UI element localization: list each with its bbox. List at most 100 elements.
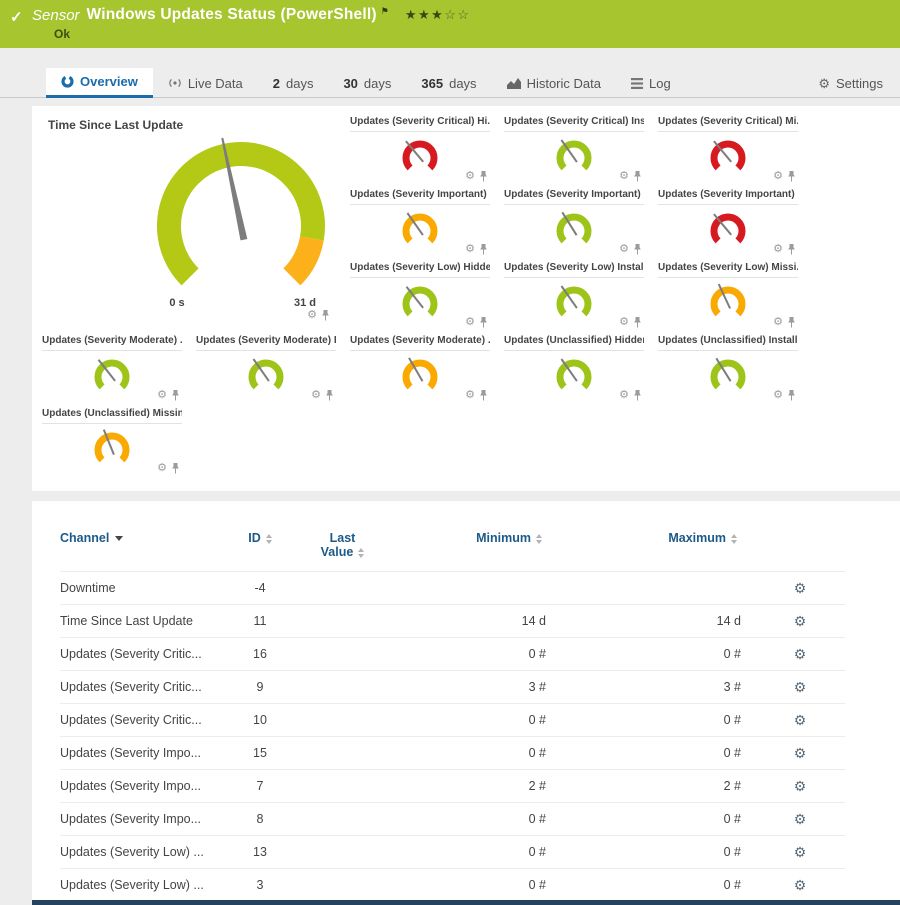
gauge-cell[interactable]: Updates (Severity Important) ... ⚙ xyxy=(502,187,656,260)
gear-icon[interactable]: ⚙ xyxy=(465,244,475,255)
gear-icon[interactable]: ⚙ xyxy=(157,390,167,401)
channel-last-value xyxy=(290,737,395,770)
column-header-minimum[interactable]: Minimum xyxy=(395,527,560,572)
edit-channel-icon[interactable]: ⚙ xyxy=(794,613,807,629)
channel-id: -4 xyxy=(230,572,290,605)
gear-icon[interactable]: ⚙ xyxy=(465,171,475,182)
channel-name[interactable]: Updates (Severity Low) ... xyxy=(60,869,230,902)
pin-icon[interactable] xyxy=(633,171,642,182)
pin-icon[interactable] xyxy=(479,317,488,328)
gauge-cell[interactable]: Updates (Severity Critical) Mi...⚙ xyxy=(656,114,810,187)
gauge-cell[interactable]: Updates (Severity Important) ...⚙ xyxy=(348,187,502,260)
sort-caret-icon xyxy=(115,536,123,541)
gear-icon[interactable]: ⚙ xyxy=(773,171,783,182)
pin-icon[interactable] xyxy=(633,244,642,255)
tab-365-days[interactable]: 365days xyxy=(406,68,491,98)
gear-icon[interactable]: ⚙ xyxy=(465,317,475,328)
tab-historic-data[interactable]: Historic Data xyxy=(492,68,616,98)
channel-name[interactable]: Updates (Severity Critic... xyxy=(60,638,230,671)
channel-name[interactable]: Updates (Severity Impo... xyxy=(60,770,230,803)
edit-channel-icon[interactable]: ⚙ xyxy=(794,745,807,761)
channel-minimum: 0 # xyxy=(395,836,560,869)
column-header-channel[interactable]: Channel xyxy=(60,527,230,572)
tab-live-data[interactable]: Live Data xyxy=(153,68,258,98)
tab-overview[interactable]: Overview xyxy=(46,68,153,98)
log-icon xyxy=(631,78,643,89)
channel-minimum: 14 d xyxy=(395,605,560,638)
channel-name[interactable]: Updates (Severity Impo... xyxy=(60,803,230,836)
tab-2-days[interactable]: 2days xyxy=(258,68,329,98)
table-row: Downtime-4 ⚙ xyxy=(60,572,845,605)
edit-channel-icon[interactable]: ⚙ xyxy=(794,679,807,695)
pin-icon[interactable] xyxy=(479,244,488,255)
gauge-title: Updates (Severity Low) Missi... xyxy=(658,262,798,278)
pin-icon[interactable] xyxy=(479,171,488,182)
pin-icon[interactable] xyxy=(321,310,330,321)
pin-icon[interactable] xyxy=(633,317,642,328)
pin-icon[interactable] xyxy=(787,390,796,401)
edit-channel-icon[interactable]: ⚙ xyxy=(794,580,807,596)
channel-name[interactable]: Updates (Severity Low) ... xyxy=(60,836,230,869)
gauge-cell[interactable]: Updates (Severity Critical) Ins...⚙ xyxy=(502,114,656,187)
column-header-last-value[interactable]: LastValue xyxy=(290,527,395,572)
gear-icon[interactable]: ⚙ xyxy=(157,463,167,474)
channel-name[interactable]: Time Since Last Update xyxy=(60,605,230,638)
channel-gauge-dial xyxy=(397,208,443,254)
channel-name[interactable]: Updates (Severity Impo... xyxy=(60,737,230,770)
gear-icon[interactable]: ⚙ xyxy=(773,244,783,255)
gauge-title: Updates (Severity Critical) Hi... xyxy=(350,116,490,132)
gauge-cell[interactable]: Updates (Severity Critical) Hi... ⚙ xyxy=(348,114,502,187)
gear-icon[interactable]: ⚙ xyxy=(465,390,475,401)
tab-30-days[interactable]: 30days xyxy=(328,68,406,98)
gauge-cell-main[interactable]: Time Since Last Update 0 s31 d ⚙ xyxy=(40,114,348,333)
priority-stars[interactable]: ★★★☆☆ xyxy=(405,7,471,23)
gauge-cell[interactable]: Updates (Severity Moderate) I...⚙ xyxy=(194,333,348,406)
main-gauge: 0 s31 d xyxy=(48,134,348,314)
tab-label: Historic Data xyxy=(527,77,601,90)
gauge-cell[interactable]: Updates (Severity Low) Install...⚙ xyxy=(502,260,656,333)
gear-icon[interactable]: ⚙ xyxy=(619,244,629,255)
gauge-cell[interactable]: Updates (Unclassified) Install...⚙ xyxy=(656,333,810,406)
channel-name[interactable]: Updates (Severity Critic... xyxy=(60,704,230,737)
edit-channel-icon[interactable]: ⚙ xyxy=(794,877,807,893)
pin-icon[interactable] xyxy=(325,390,334,401)
flag-icon[interactable]: ⚑ xyxy=(381,6,389,17)
channel-name[interactable]: Updates (Severity Critic... xyxy=(60,671,230,704)
gauge-cell[interactable]: Updates (Unclassified) Missing⚙ xyxy=(40,406,194,479)
edit-channel-icon[interactable]: ⚙ xyxy=(794,778,807,794)
pin-icon[interactable] xyxy=(633,390,642,401)
channel-gauge-dial xyxy=(551,281,597,327)
gauge-cell[interactable]: Updates (Unclassified) Hidden⚙ xyxy=(502,333,656,406)
pin-icon[interactable] xyxy=(479,390,488,401)
gear-icon[interactable]: ⚙ xyxy=(619,171,629,182)
pin-icon[interactable] xyxy=(171,390,180,401)
column-header-maximum[interactable]: Maximum xyxy=(560,527,755,572)
gauge-max-label: 31 d xyxy=(294,297,316,309)
tab-log[interactable]: Log xyxy=(616,68,686,98)
gauge-cell[interactable]: Updates (Severity Moderate) ...⚙ xyxy=(40,333,194,406)
gear-icon[interactable]: ⚙ xyxy=(619,390,629,401)
channel-name[interactable]: Downtime xyxy=(60,572,230,605)
tab-settings[interactable]: ⚙Settings xyxy=(803,68,898,98)
gauge-cell[interactable]: Updates (Severity Low) Missi... ⚙ xyxy=(656,260,810,333)
channel-gauge-dial xyxy=(397,354,443,400)
gear-icon[interactable]: ⚙ xyxy=(619,317,629,328)
gear-icon[interactable]: ⚙ xyxy=(307,310,317,321)
pin-icon[interactable] xyxy=(787,171,796,182)
channel-id: 7 xyxy=(230,770,290,803)
gauge-title: Updates (Severity Important) ... xyxy=(504,189,644,205)
gauge-cell[interactable]: Updates (Severity Low) Hidden⚙ xyxy=(348,260,502,333)
gear-icon[interactable]: ⚙ xyxy=(773,317,783,328)
gear-icon[interactable]: ⚙ xyxy=(773,390,783,401)
gauge-cell[interactable]: Updates (Severity Moderate) ...⚙ xyxy=(348,333,502,406)
pin-icon[interactable] xyxy=(787,244,796,255)
edit-channel-icon[interactable]: ⚙ xyxy=(794,646,807,662)
gauge-cell[interactable]: Updates (Severity Important) ...⚙ xyxy=(656,187,810,260)
gear-icon[interactable]: ⚙ xyxy=(311,390,321,401)
edit-channel-icon[interactable]: ⚙ xyxy=(794,811,807,827)
pin-icon[interactable] xyxy=(787,317,796,328)
pin-icon[interactable] xyxy=(171,463,180,474)
edit-channel-icon[interactable]: ⚙ xyxy=(794,712,807,728)
column-header-id[interactable]: ID xyxy=(230,527,290,572)
edit-channel-icon[interactable]: ⚙ xyxy=(794,844,807,860)
